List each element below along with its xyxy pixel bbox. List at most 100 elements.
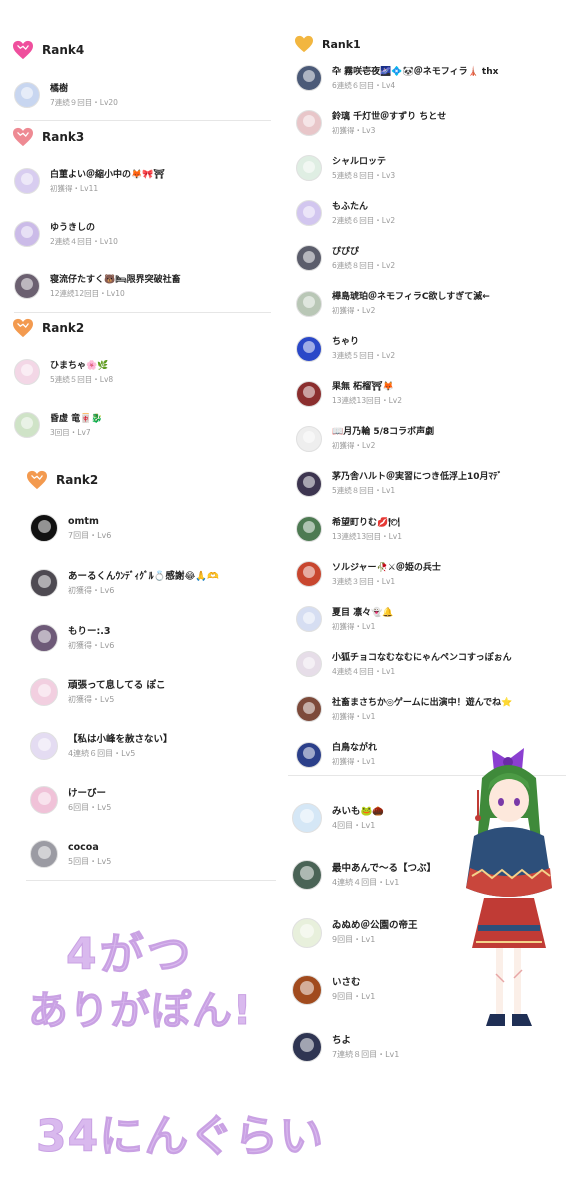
rank3-label: Rank3	[42, 130, 85, 144]
avatar	[292, 974, 322, 1005]
user-stats: 初獲得・Lv1	[332, 757, 376, 766]
user-name: 最中あんで〜る【つぶ】	[332, 862, 437, 874]
avatar	[296, 651, 322, 678]
heart-rank2-icon	[27, 470, 47, 490]
user-name: 小狐チョコなむなむにゃんペンコすっぽぉん	[332, 652, 512, 663]
avatar	[14, 412, 40, 438]
list-item[interactable]: あーるくんｳﾝﾃﾞｨｸﾞﾙ💍感謝😂🙏🫶 初獲得・Lv6	[30, 569, 219, 597]
list-item[interactable]: 最中あんで〜る【つぶ】 4連続４回目・Lv1	[292, 860, 437, 891]
list-item[interactable]: 社畜まさちか◎ゲームに出演中！遊んでね⭐ 初獲得・Lv1	[296, 696, 513, 723]
avatar	[14, 82, 40, 108]
user-name: 鈴璃 千灯世＠すずり ちとせ	[332, 111, 447, 122]
avatar	[296, 380, 322, 407]
user-stats: 2連続４回目・Lv10	[50, 236, 118, 246]
user-stats: 9回目・Lv1	[332, 935, 376, 945]
list-item[interactable]: みいも🐸🌰 4回目・Lv1	[292, 803, 384, 833]
list-item[interactable]: 白鳥ながれ 初獲得・Lv1	[296, 741, 377, 768]
user-name: 樺島琥珀＠ネモフィラC欲しすぎて滅←	[332, 292, 490, 302]
avatar	[292, 803, 322, 833]
avatar	[30, 786, 58, 814]
list-item[interactable]: ちゃり 3連続５回目・Lv2	[296, 335, 396, 362]
list-item[interactable]: 鈴璃 千灯世＠すずり ちとせ 初獲得・Lv3	[296, 110, 447, 137]
user-name: ソルジャー🥀⚔＠姫の兵士	[332, 562, 441, 573]
avatar	[296, 561, 322, 588]
rank3-header: Rank3	[12, 127, 84, 147]
list-item[interactable]: 橘樹 7連続９回目・Lv20	[14, 82, 118, 108]
list-item[interactable]: 白菫よい＠縮小中の🦊🎀⛩ 初獲得・Lv11	[14, 168, 165, 194]
user-stats: 初獲得・Lv5	[68, 694, 115, 704]
user-stats: 7連続８回目・Lv1	[332, 1049, 400, 1059]
list-item[interactable]: cocoa 5回目・Lv5	[30, 840, 111, 868]
divider	[26, 880, 276, 881]
list-item[interactable]: 📖月乃輪 5/8コラボ声劇 初獲得・Lv2	[296, 425, 434, 452]
heart-rank2-icon	[13, 318, 33, 338]
list-item[interactable]: 夏目 凛々👻🔔 初獲得・Lv1	[296, 606, 394, 633]
list-item[interactable]: omtm 7回目・Lv6	[30, 514, 111, 542]
list-item[interactable]: ゐぬめ＠公園の帝王 9回目・Lv1	[292, 917, 418, 948]
list-item[interactable]: もりー:.3 初獲得・Lv6	[30, 624, 114, 652]
character-illustration	[466, 748, 552, 1026]
avatar	[296, 335, 322, 362]
user-stats: 5回目・Lv5	[68, 856, 112, 866]
list-item[interactable]: 茅乃舎ハルト＠実習につき低浮上10月ﾏﾃﾞ 5連続８回目・Lv1	[296, 470, 502, 497]
user-stats: 初獲得・Lv1	[332, 621, 376, 631]
list-item[interactable]: ひまちゃ🌸🌿 5連続５回目・Lv8	[14, 359, 113, 385]
user-name: cocoa	[68, 841, 99, 853]
user-stats: 9回目・Lv1	[332, 992, 376, 1002]
list-item[interactable]: シャルロッテ 5連続８回目・Lv3	[296, 155, 395, 182]
user-stats: 13連続13回目・Lv2	[332, 396, 402, 406]
list-item[interactable]: ソルジャー🥀⚔＠姫の兵士 3連続３回目・Lv1	[296, 561, 441, 588]
list-item[interactable]: 小狐チョコなむなむにゃんペンコすっぽぉん 4連続４回目・Lv1	[296, 651, 512, 678]
list-item[interactable]: ぴぴぴ 6連続８回目・Lv2	[296, 245, 395, 272]
list-item[interactable]: 樺島琥珀＠ネモフィラC欲しすぎて滅← 初獲得・Lv2	[296, 290, 490, 317]
user-name: もふたん	[332, 201, 369, 212]
user-name: ゆうきしの	[50, 222, 96, 233]
user-name: 社畜まさちか◎ゲームに出演中！遊んでね⭐	[332, 697, 513, 708]
user-name: 頑張って息してる ぽこ	[68, 679, 166, 691]
user-name: 希望町りむ💋🍽	[332, 517, 400, 528]
list-item[interactable]: ちよ 7連続８回目・Lv1	[292, 1032, 400, 1063]
avatar	[296, 696, 322, 723]
user-name: ちゃり	[332, 337, 360, 348]
list-item[interactable]: けーびー 6回目・Lv5	[30, 786, 111, 814]
user-stats: 5連続８回目・Lv1	[332, 486, 396, 496]
list-item[interactable]: ゆうきしの 2連続４回目・Lv10	[14, 221, 118, 247]
user-name: omtm	[68, 515, 99, 527]
user-name: いさむ	[332, 977, 361, 989]
user-stats: 初獲得・Lv11	[50, 183, 99, 193]
avatar	[30, 840, 58, 868]
list-item[interactable]: 卆 霧咲壱夜🌌💠🐼＠ネモフィラ🗼 thx 6連続６回目・Lv4	[296, 65, 498, 91]
user-stats: 12連続12回目・Lv10	[50, 288, 125, 298]
user-stats: 初獲得・Lv3	[332, 125, 376, 135]
heart-rank4-icon	[13, 40, 33, 60]
list-item[interactable]: 【私は小峰を赦さない】 4連続６回目・Lv5	[30, 732, 173, 760]
banner-line1: 4がつ	[66, 929, 194, 981]
user-stats: 13連続13回目・Lv1	[332, 531, 402, 541]
list-item[interactable]: もふたん 2連続６回目・Lv2	[296, 200, 395, 227]
user-name: シャルロッテ	[332, 156, 387, 167]
list-item[interactable]: いさむ 9回目・Lv1	[292, 974, 376, 1005]
user-stats: 3連続５回目・Lv2	[332, 351, 396, 361]
avatar	[30, 514, 58, 542]
rank1-label: Rank1	[322, 37, 361, 51]
list-item[interactable]: 寝流仔たすく🐻🛏限界突破社畜 12連続12回目・Lv10	[14, 273, 181, 299]
avatar	[296, 155, 322, 182]
user-stats: 初獲得・Lv2	[332, 306, 376, 315]
rank2-header: Rank2	[12, 318, 84, 338]
avatar	[296, 290, 322, 317]
user-name: あーるくんｳﾝﾃﾞｨｸﾞﾙ💍感謝😂🙏🫶	[68, 570, 220, 582]
divider	[14, 312, 271, 313]
list-item[interactable]: 昏虚 竜🀄🐉 3回目・Lv7	[14, 412, 103, 438]
rank4-label: Rank4	[42, 43, 85, 57]
rank2-header-second: Rank2	[26, 470, 98, 490]
list-item[interactable]: 頑張って息してる ぽこ 初獲得・Lv5	[30, 678, 166, 706]
list-item[interactable]: 果無 柘榴⛩🦊 13連続13回目・Lv2	[296, 380, 402, 407]
rank4-header: Rank4	[12, 40, 84, 60]
divider	[14, 120, 271, 121]
avatar	[14, 168, 40, 194]
user-stats: 初獲得・Lv2	[332, 441, 376, 451]
user-stats: 6連続６回目・Lv4	[332, 80, 396, 90]
user-name: 白菫よい＠縮小中の🦊🎀⛩	[50, 169, 165, 180]
list-item[interactable]: 希望町りむ💋🍽 13連続13回目・Lv1	[296, 516, 402, 542]
avatar	[30, 678, 58, 706]
